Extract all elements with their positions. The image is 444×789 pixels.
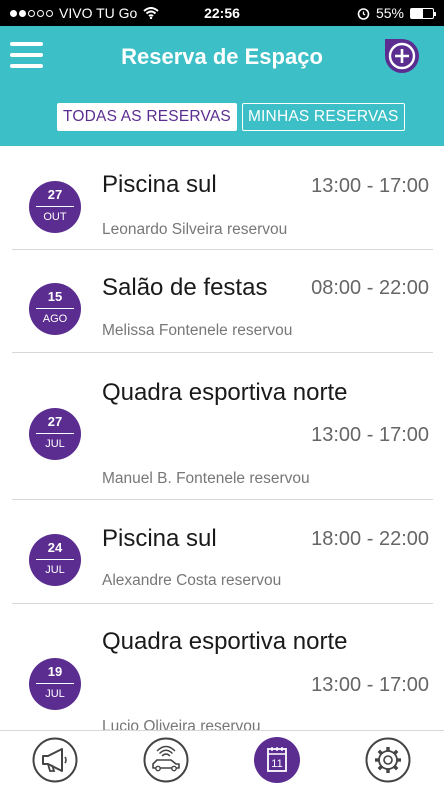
reservation-title: Quadra esportiva norte [102,628,348,655]
carrier-name: VIVO TU Go [59,5,138,21]
calendar-tab-button[interactable]: 11 [254,737,300,783]
date-day: 27 [47,187,63,202]
battery-level [411,8,424,18]
signal-dot [37,9,44,17]
date-day: 15 [47,289,63,304]
signal-dot [46,9,53,17]
date-divider [36,206,74,207]
reservation-title: Salão de festas [102,274,268,301]
status-bar: VIVO TU Go 22:56 55% [0,0,444,26]
reservation-user: Melissa Fontenele reservou [102,322,293,339]
date-day: 19 [47,664,63,679]
gear-icon[interactable] [365,737,411,783]
date-day: 27 [47,414,63,429]
battery-icon [410,7,436,19]
reservation-item[interactable]: 27 OUT Piscina sul 13:00 - 17:00 Leonard… [12,146,433,250]
date-badge: 27 OUT [29,181,81,233]
reservation-title: Quadra esportiva norte [102,379,348,406]
status-left: VIVO TU Go [10,5,357,21]
date-day: 24 [47,540,63,555]
date-month: OUT [43,211,67,223]
reservation-time: 13:00 - 17:00 [311,175,429,197]
date-month: JUL [45,438,65,450]
date-divider [36,308,74,309]
reservation-item[interactable]: 27 JUL Quadra esportiva norte 13:00 - 17… [12,353,433,500]
wifi-icon [143,7,159,19]
add-reservation-icon[interactable] [382,36,422,76]
page-title: Reserva de Espaço [121,44,323,69]
reservation-time: 13:00 - 17:00 [311,424,429,446]
reservation-time: 18:00 - 22:00 [311,528,429,550]
reservation-user: Lucio Oliveira reservou [102,718,261,730]
date-divider [36,683,74,684]
reservation-user: Alexandre Costa reservou [102,572,282,589]
tab-my-reservations[interactable]: MINHAS RESERVAS [241,103,405,131]
alarm-icon [357,7,370,20]
reservation-list: 27 OUT Piscina sul 13:00 - 17:00 Leonard… [0,146,444,730]
reservation-title: Piscina sul [102,525,217,552]
date-month: JUL [45,564,65,576]
tab-bar: TODAS AS RESERVAS MINHAS RESERVAS [57,103,405,131]
car-gate-icon[interactable] [143,737,189,783]
reservation-item[interactable]: 15 AGO Salão de festas 08:00 - 22:00 Mel… [12,250,433,353]
tab-all-reservations[interactable]: TODAS AS RESERVAS [57,103,237,131]
bottom-nav: 11 [0,730,444,789]
status-right: 55% [357,5,436,21]
date-badge: 24 JUL [29,534,81,586]
reservation-time: 13:00 - 17:00 [311,674,429,696]
date-badge: 19 JUL [29,658,81,710]
date-month: JUL [45,688,65,700]
signal-dot [19,9,26,17]
signal-dot [10,9,17,17]
date-badge: 27 JUL [29,408,81,460]
reservation-time: 08:00 - 22:00 [311,277,429,299]
calendar-icon: 11 [267,747,287,772]
battery-percent: 55% [375,5,404,21]
date-month: AGO [42,313,68,325]
megaphone-icon[interactable] [32,737,78,783]
date-divider [36,433,74,434]
reservation-item[interactable]: 19 JUL Quadra esportiva norte 13:00 - 17… [12,604,433,730]
calendar-day: 11 [271,758,282,770]
date-badge: 15 AGO [29,283,81,335]
reservation-item[interactable]: 24 JUL Piscina sul 18:00 - 22:00 Alexand… [12,500,433,604]
app-header: Reserva de Espaço TODAS AS RESERVAS MINH… [0,26,444,146]
signal-dot [28,9,35,17]
reservation-user: Leonardo Silveira reservou [102,221,288,238]
reservation-title: Piscina sul [102,171,217,198]
signal-strength-icon [10,9,53,17]
reservation-user: Manuel B. Fontenele reservou [102,470,310,487]
date-divider [36,559,74,560]
